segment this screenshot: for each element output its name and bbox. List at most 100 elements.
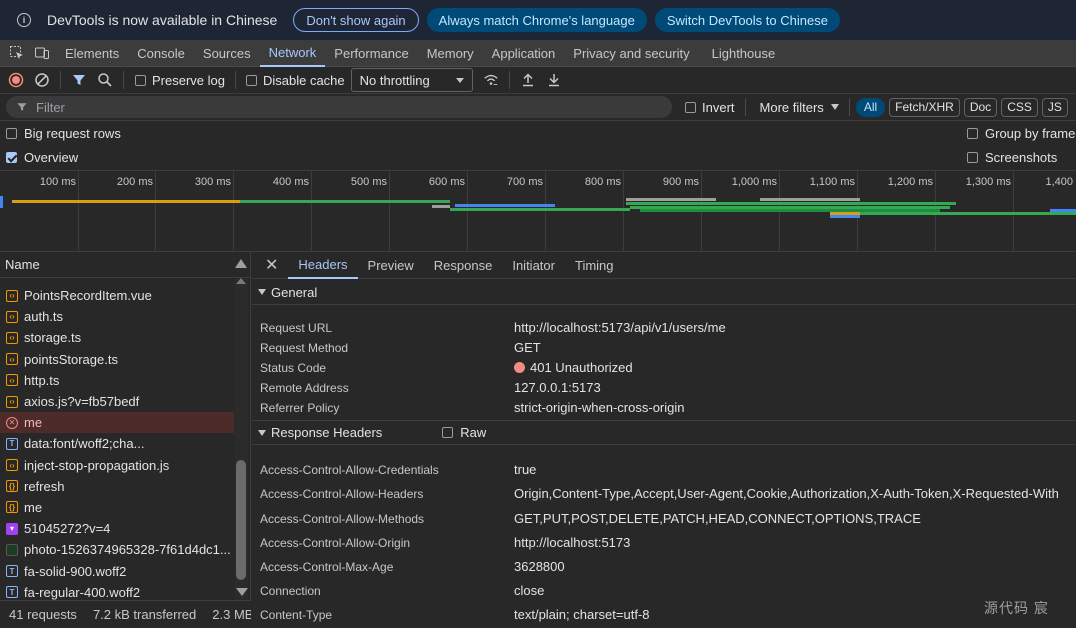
table-row[interactable]: ✕ me [0, 412, 234, 434]
timeline-tick: 700 ms [507, 171, 546, 251]
raw-checkbox[interactable] [442, 427, 454, 438]
clear-icon[interactable] [34, 72, 50, 88]
info-icon: i [17, 13, 31, 27]
table-row[interactable]: ‹› pointsStorage.ts [0, 349, 234, 370]
request-name: PointsRecordItem.vue [24, 288, 152, 304]
collapse-triangle-icon [258, 289, 266, 295]
infobar-message: DevTools is now available in Chinese [47, 12, 278, 28]
request-name: refresh [24, 478, 65, 494]
general-section-header[interactable]: General [252, 280, 1076, 305]
more-filters-dropdown[interactable]: More filters [760, 100, 824, 115]
tab-timing[interactable]: Timing [565, 252, 624, 279]
network-overview-timeline[interactable]: 100 ms 200 ms 300 ms 400 ms 500 ms 600 m… [0, 170, 1076, 252]
filter-icon [17, 103, 27, 111]
response-headers-section-header[interactable]: Response Headers Raw [252, 420, 1076, 445]
name-column-header[interactable]: Name [0, 252, 250, 278]
invert-checkbox[interactable] [685, 101, 696, 113]
import-har-icon[interactable] [520, 72, 536, 88]
tab-application[interactable]: Application [483, 40, 565, 67]
type-filter-js[interactable]: JS [1041, 97, 1068, 117]
detail-tab-bar: ✕ Headers Preview Response Initiator Tim… [252, 252, 1076, 279]
device-toolbar-icon[interactable] [34, 45, 50, 61]
request-name: storage.ts [24, 330, 82, 346]
timeline-request-bar [860, 212, 1076, 215]
sort-up-icon[interactable] [235, 259, 247, 268]
group-by-frame-checkbox[interactable] [967, 127, 978, 139]
tab-response[interactable]: Response [424, 252, 503, 279]
dont-show-again-button[interactable]: Don't show again [293, 8, 419, 32]
response-header-name: Access-Control-Allow-Methods [260, 512, 425, 526]
invert-label: Invert [702, 99, 735, 115]
filter-icon[interactable] [71, 72, 87, 88]
tab-initiator[interactable]: Initiator [502, 252, 565, 279]
table-row[interactable]: Tfa-regular-400.woff2 [0, 582, 234, 600]
tab-console[interactable]: Console [128, 40, 194, 67]
filter-input[interactable]: Filter [6, 96, 672, 118]
tab-sources[interactable]: Sources [194, 40, 260, 67]
table-row[interactable]: photo-1526374965328-7f61d4dc1... [0, 539, 234, 560]
request-name: axios.js?v=fb57bedf [24, 394, 140, 410]
table-row[interactable]: {} refresh [0, 476, 234, 497]
toolbar-divider [848, 98, 850, 116]
tab-headers[interactable]: Headers [288, 252, 358, 279]
type-filter-fetch-xhr[interactable]: Fetch/XHR [889, 97, 960, 117]
table-row[interactable]: {} me [0, 497, 234, 518]
response-header-value: 3628800 [514, 559, 565, 574]
screenshots-checkbox[interactable] [967, 151, 978, 163]
script-file-icon: ‹› [6, 459, 18, 472]
request-name: http.ts [24, 372, 60, 388]
tab-elements[interactable]: Elements [56, 40, 128, 67]
tab-privacy-security[interactable]: Privacy and security [564, 40, 698, 67]
preserve-log-checkbox[interactable] [135, 74, 146, 86]
table-row[interactable]: Tdata:font/woff2;cha... [0, 433, 234, 454]
tab-memory[interactable]: Memory [418, 40, 483, 67]
script-file-icon: ‹› [6, 289, 18, 302]
image-file-icon: ▾ [6, 522, 18, 535]
table-row[interactable]: ‹› auth.ts [0, 306, 234, 327]
overview-checkbox[interactable] [6, 151, 17, 163]
type-filter-css[interactable]: CSS [1001, 97, 1038, 117]
disable-cache-checkbox[interactable] [245, 74, 257, 86]
export-har-icon[interactable] [546, 72, 562, 88]
tab-preview[interactable]: Preview [358, 252, 424, 279]
table-row[interactable]: Tfa-solid-900.woff2 [0, 560, 234, 581]
inspect-element-icon[interactable] [9, 45, 25, 61]
error-file-icon: ✕ [6, 416, 18, 429]
scroll-up-icon[interactable] [236, 278, 246, 284]
script-file-icon: ‹› [6, 395, 18, 408]
network-conditions-icon[interactable] [483, 72, 499, 88]
throttling-select[interactable]: No throttling [350, 68, 473, 92]
search-icon[interactable] [97, 72, 113, 88]
response-header-value: Origin,Content-Type,Accept,User-Agent,Co… [514, 486, 1059, 501]
language-infobar: i DevTools is now available in Chinese D… [0, 0, 1076, 40]
big-request-rows-checkbox[interactable] [6, 127, 17, 139]
table-row[interactable]: ▾ 51045272?v=4 [0, 518, 234, 539]
table-row[interactable]: ‹› axios.js?v=fb57bedf [0, 391, 234, 412]
tab-lighthouse[interactable]: Lighthouse [703, 40, 785, 67]
font-file-icon: T [6, 565, 18, 578]
timeline-tick: 300 ms [195, 171, 234, 251]
table-row[interactable]: ‹› PointsRecordItem.vue [0, 285, 234, 306]
timeline-request-bar [0, 196, 3, 208]
response-header-name: Content-Type [260, 608, 333, 622]
table-row[interactable]: ‹› inject-stop-propagation.js [0, 455, 234, 476]
response-header-name: Access-Control-Allow-Headers [260, 487, 424, 501]
close-icon[interactable]: ✕ [265, 255, 278, 275]
scroll-down-icon[interactable] [236, 588, 248, 596]
tab-performance[interactable]: Performance [325, 40, 417, 67]
scrollbar-thumb[interactable] [236, 460, 246, 580]
request-name: fa-regular-400.woff2 [24, 584, 141, 600]
table-row[interactable]: ‹› http.ts [0, 370, 234, 391]
switch-chinese-button[interactable]: Switch DevTools to Chinese [654, 8, 840, 32]
screenshots-label: Screenshots [985, 149, 1058, 165]
stop-recording-icon[interactable] [8, 72, 24, 88]
disable-cache-label: Disable cache [262, 72, 345, 88]
status-code-text: 401 Unauthorized [530, 360, 633, 375]
type-filter-doc[interactable]: Doc [963, 97, 998, 117]
type-filter-all[interactable]: All [855, 97, 886, 117]
table-row[interactable]: ‹› storage.ts [0, 327, 234, 348]
watermark: 源代码 宸 [984, 600, 1049, 616]
match-language-button[interactable]: Always match Chrome's language [426, 8, 647, 32]
tab-network[interactable]: Network [259, 40, 326, 67]
toolbar-divider [60, 71, 61, 89]
